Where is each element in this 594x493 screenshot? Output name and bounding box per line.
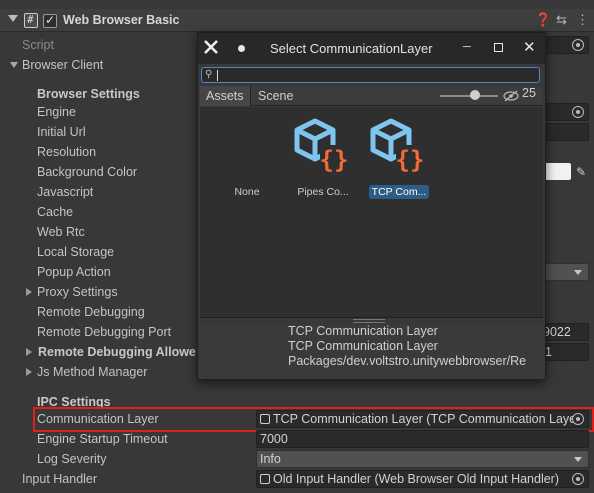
asset-name: TCP Com... (368, 185, 430, 199)
log-severity-value: Info (260, 452, 281, 466)
zoom-slider-track[interactable] (440, 95, 498, 97)
remote-debugging-port-label: Remote Debugging Port (37, 325, 172, 339)
hidden-count: 25 (522, 86, 536, 100)
maximize-button[interactable] (494, 43, 503, 52)
svg-text:{}: {} (320, 146, 349, 174)
foldout-closed-icon (26, 348, 32, 356)
script-field (545, 36, 589, 54)
asset-item-none[interactable]: None (212, 117, 282, 199)
close-button[interactable]: ✕ (523, 38, 536, 56)
tab-assets[interactable]: Assets (200, 86, 251, 106)
chevron-down-icon (574, 270, 582, 275)
preset-icon[interactable]: ⇆ (556, 12, 567, 28)
scriptable-object-icon (260, 474, 270, 484)
popup-action-dropdown[interactable] (545, 263, 589, 281)
remote-debugging-label: Remote Debugging (37, 305, 145, 319)
asset-name: None (234, 186, 260, 198)
object-picker-icon (572, 39, 584, 51)
popup-title-bar[interactable]: Select CommunicationLayer ─ ✕ (198, 33, 545, 64)
resize-handle[interactable] (353, 319, 385, 323)
unity-logo-icon (204, 40, 218, 54)
picker-tabs-bar: Assets Scene 25 (200, 86, 543, 106)
divider (200, 317, 543, 318)
engine-label: Engine (37, 105, 76, 119)
component-header[interactable]: Web Browser Basic ❓ ⇆ ⋮ (0, 9, 594, 32)
text-caret (217, 70, 218, 81)
input-handler-row: Input Handler Old Input Handler (Web Bro… (0, 469, 594, 489)
object-picker-icon[interactable] (572, 473, 584, 485)
proxy-settings-label: Proxy Settings (37, 285, 118, 299)
engine-startup-timeout-label: Engine Startup Timeout (37, 432, 168, 446)
log-severity-row: Log Severity Info (0, 449, 594, 469)
engine-startup-timeout-input[interactable]: 7000 (256, 430, 589, 448)
help-icon[interactable]: ❓ (535, 12, 551, 28)
script-icon (24, 13, 38, 28)
scriptable-object-asset-icon: {} (369, 117, 429, 177)
foldout-open-icon (10, 62, 18, 68)
local-storage-label: Local Storage (37, 245, 115, 259)
component-enabled-checkbox[interactable] (43, 13, 57, 28)
tab-scene[interactable]: Scene (252, 86, 299, 106)
dot-icon (238, 45, 245, 52)
popup-action-label: Popup Action (37, 265, 111, 279)
asset-item-tcp[interactable]: {} TCP Com... (364, 117, 434, 199)
log-severity-label: Log Severity (37, 452, 107, 466)
asset-item-pipes[interactable]: {} Pipes Co... (288, 117, 358, 199)
js-method-manager-label: Js Method Manager (37, 365, 148, 379)
svg-text:{}: {} (396, 146, 425, 174)
remote-debugging-allowed-label: Remote Debugging Allowe (38, 345, 196, 359)
object-picker-icon[interactable] (572, 106, 584, 118)
script-label: Script (22, 38, 54, 52)
javascript-label: Javascript (37, 185, 94, 199)
component-title: Web Browser Basic (63, 13, 180, 27)
popup-title: Select CommunicationLayer (270, 41, 433, 56)
asset-thumbnail (217, 117, 277, 177)
input-handler-field[interactable]: Old Input Handler (Web Browser Old Input… (256, 470, 589, 488)
cache-label: Cache (37, 205, 74, 219)
search-icon: ⚲ (205, 69, 213, 80)
asset-info-panel: TCP Communication Layer TCP Communicatio… (200, 324, 543, 379)
asset-name: Pipes Co... (297, 186, 349, 198)
initial-url-label: Initial Url (37, 125, 86, 139)
foldout-closed-icon (26, 288, 32, 296)
info-asset-path: Packages/dev.voltstro.unitywebbrowser/Re (288, 354, 527, 368)
engine-field[interactable] (545, 103, 589, 121)
background-color-label: Background Color (37, 165, 138, 179)
input-handler-label: Input Handler (22, 472, 98, 486)
info-asset-name: TCP Communication Layer (288, 324, 438, 338)
chevron-down-icon (574, 457, 582, 462)
log-severity-dropdown[interactable]: Info (256, 450, 589, 468)
foldout-closed-icon (26, 368, 32, 376)
asset-grid: None {} Pipes Co... {} TCP Com... (200, 107, 543, 317)
foldout-arrow-icon[interactable] (8, 15, 18, 22)
web-rtc-label: Web Rtc (37, 225, 85, 239)
hidden-packages-eye-icon[interactable] (503, 90, 519, 102)
browser-settings-label: Browser Settings (37, 87, 140, 101)
color-swatch[interactable] (545, 163, 571, 180)
kebab-menu-icon[interactable]: ⋮ (576, 12, 589, 28)
info-asset-type: TCP Communication Layer (288, 339, 438, 353)
engine-startup-timeout-row: Engine Startup Timeout 7000 (0, 429, 594, 449)
eyedropper-icon[interactable]: ✎ (576, 162, 586, 182)
object-picker-window: Select CommunicationLayer ─ ✕ ⚲ Assets S… (197, 32, 546, 380)
search-input[interactable]: ⚲ (201, 67, 540, 83)
resolution-label: Resolution (37, 145, 97, 159)
zoom-slider-handle[interactable] (470, 90, 480, 100)
minimize-button[interactable]: ─ (463, 41, 471, 53)
scriptable-object-asset-icon: {} (293, 117, 353, 177)
input-handler-value: Old Input Handler (Web Browser Old Input… (273, 472, 560, 486)
browser-client-label: Browser Client (22, 58, 104, 72)
initial-url-input[interactable] (545, 123, 589, 141)
